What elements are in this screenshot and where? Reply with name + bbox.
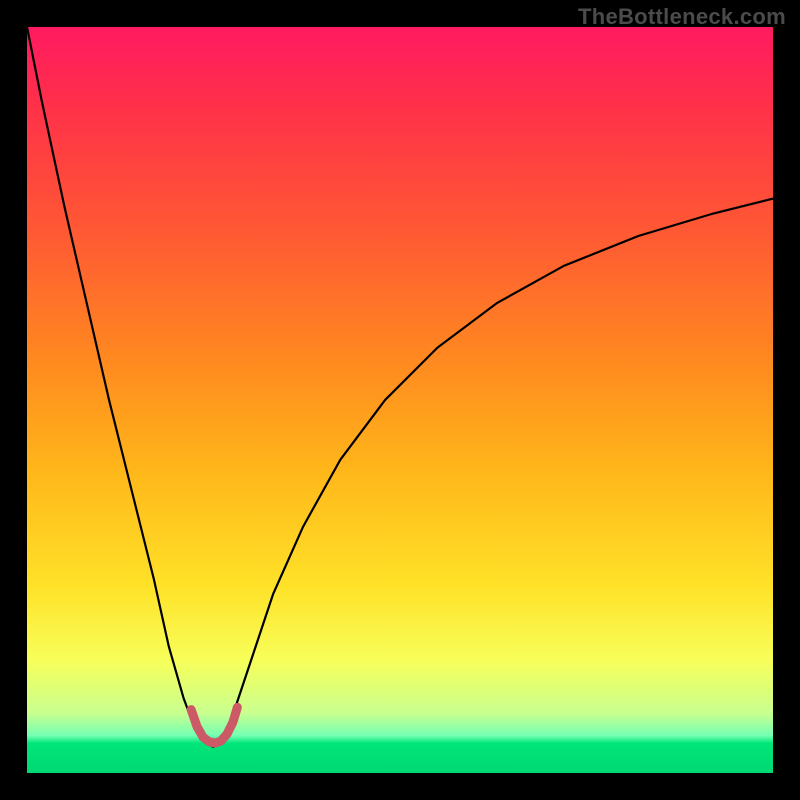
chart-stage: TheBottleneck.com <box>0 0 800 800</box>
plot-area <box>27 27 773 773</box>
curve-layer <box>27 27 773 773</box>
bottleneck-curve-path <box>27 27 773 747</box>
valley-highlight-path <box>191 707 237 743</box>
watermark-text: TheBottleneck.com <box>578 4 786 30</box>
